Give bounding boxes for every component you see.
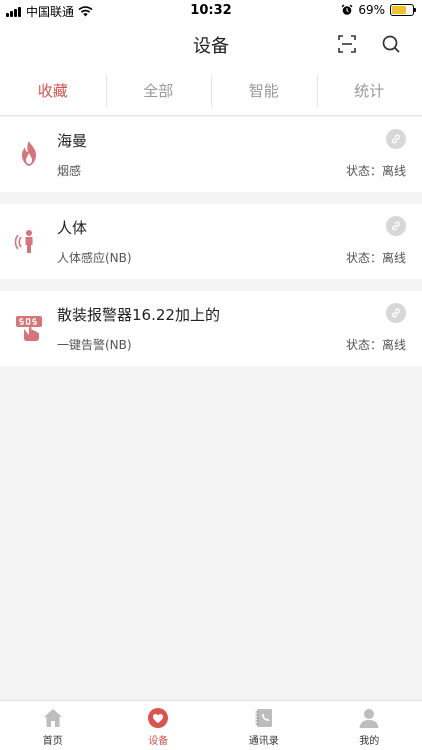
profile-icon — [359, 709, 379, 728]
link-icon[interactable] — [386, 303, 406, 323]
tab-all[interactable]: 全部 — [105, 66, 212, 115]
tab-smart[interactable]: 智能 — [211, 66, 317, 115]
heart-icon — [148, 708, 169, 728]
fire-icon — [22, 141, 36, 166]
search-icon[interactable] — [379, 32, 403, 56]
nav-devices[interactable]: 设备 — [106, 701, 212, 750]
nav-profile-label: 我的 — [359, 736, 380, 747]
tab-statistics[interactable]: 统计 — [316, 66, 422, 115]
nav-home-label: 首页 — [42, 736, 63, 747]
home-icon — [43, 709, 62, 727]
device-status: 状态：离线 — [345, 338, 406, 352]
link-icon[interactable] — [386, 216, 406, 236]
nav-contacts-label: 通讯录 — [248, 736, 279, 747]
person-sensor-icon — [14, 230, 33, 253]
device-name: 散装报警器16.22加上的 — [57, 306, 220, 324]
device-card[interactable]: 海曼 烟感 状态：离线 — [0, 117, 422, 192]
nav-profile[interactable]: 我的 — [317, 701, 422, 750]
nav-contacts[interactable]: 通讯录 — [211, 701, 317, 750]
device-type: 一键告警(NB) — [57, 338, 132, 352]
battery-icon — [390, 4, 416, 16]
contacts-icon — [255, 709, 272, 727]
device-card[interactable]: 散装报警器16.22加上的 一键告警(NB) 状态：离线 — [0, 291, 422, 366]
bottom-nav: 首页 设备 通讯录 我的 — [0, 700, 422, 750]
device-tabs: 收藏 全部 智能 统计 — [0, 66, 422, 116]
nav-home[interactable]: 首页 — [0, 701, 106, 750]
link-icon[interactable] — [386, 129, 406, 149]
status-bar: 中国联通 10:32 69% — [0, 0, 422, 22]
device-type: 人体感应(NB) — [57, 251, 132, 265]
scan-icon[interactable] — [335, 32, 359, 56]
device-name: 人体 — [57, 219, 88, 237]
tab-favorites[interactable]: 收藏 — [0, 66, 106, 115]
device-list: 海曼 烟感 状态：离线 人体 人体感应(NB) 状态：离线 散装报警器16.22… — [0, 117, 422, 378]
battery-percent: 69% — [358, 3, 385, 17]
device-status: 状态：离线 — [345, 251, 406, 265]
sos-button-icon — [16, 316, 42, 341]
nav-devices-label: 设备 — [148, 736, 169, 747]
alarm-clock-icon — [341, 4, 353, 15]
header-bar: 设备 — [0, 22, 422, 66]
device-card[interactable]: 人体 人体感应(NB) 状态：离线 — [0, 204, 422, 279]
device-status: 状态：离线 — [345, 164, 406, 178]
device-name: 海曼 — [57, 132, 88, 150]
device-type: 烟感 — [57, 164, 82, 178]
